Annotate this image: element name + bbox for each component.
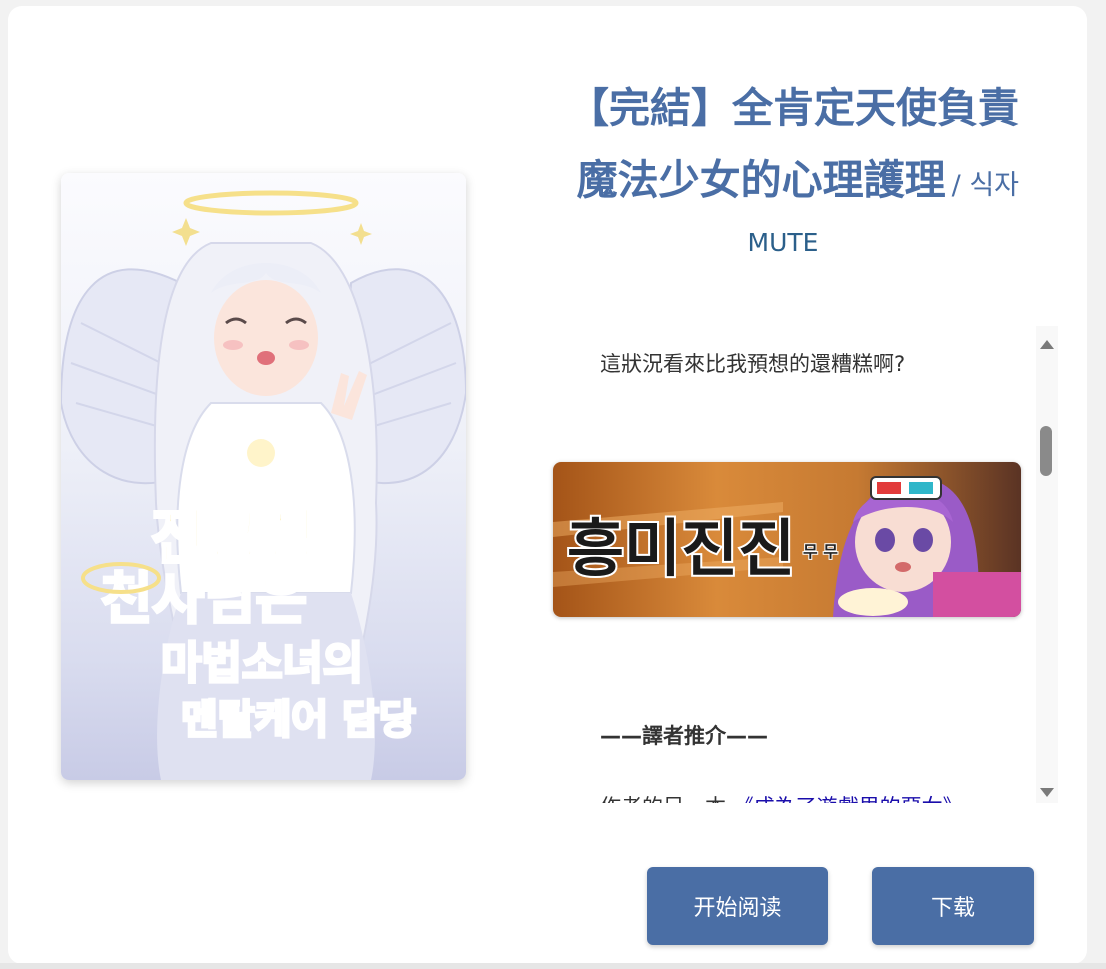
sticker-image: 흥미진진 무 무 (553, 462, 1021, 617)
download-button[interactable]: 下载 (872, 867, 1034, 945)
related-book-link[interactable]: 《成為了遊戲里的惡女》 (733, 795, 964, 803)
sticker-text: 흥미진진 (567, 512, 795, 585)
book-author[interactable]: MUTE (543, 228, 1023, 257)
bottom-bar (0, 963, 1106, 969)
book-title-line2-text: 魔法少女的心理護理 (576, 156, 946, 204)
description-scrollbar[interactable] (1036, 326, 1058, 803)
description-line-prefix: 作者的另一本 (600, 795, 726, 803)
section-heading: ——譯者推介—— (600, 724, 768, 748)
scroll-down-arrow-icon[interactable] (1040, 788, 1054, 797)
cover-title-line1: 전긍정 (151, 503, 317, 573)
description-pane[interactable]: 這狀況看來比我預想的還糟糕啊? 흥미진진 무 무 ——譯者推介—— (543, 326, 1058, 803)
original-title: / 식자 (951, 170, 1019, 201)
book-title-line2: 魔法少女的心理護理 / 식자 (577, 146, 1019, 206)
scroll-thumb[interactable] (1040, 426, 1052, 476)
cover-title-line2: 천사님은 (101, 567, 307, 632)
scroll-up-arrow-icon[interactable] (1040, 340, 1054, 349)
description-line: 這狀況看來比我預想的還糟糕啊? (600, 352, 906, 376)
book-title-line1: 【完結】全肯定天使負責 (568, 84, 1019, 132)
description-line: 作者的另一本 《成為了遊戲里的惡女》 (600, 791, 964, 803)
sticker-side-text: 무 무 (803, 542, 838, 561)
cover-title-line3: 마법소녀의 (161, 638, 363, 689)
book-detail-card: 전긍정 천사님은 마법소녀의 멘탈케어 담당 【完結】全肯定天使負責 魔法少女的… (8, 6, 1087, 964)
cover-title-line4: 멘탈케어 담당 (181, 697, 416, 743)
book-cover-image: 전긍정 천사님은 마법소녀의 멘탈케어 담당 (61, 173, 466, 780)
start-reading-button[interactable]: 开始阅读 (647, 867, 828, 945)
